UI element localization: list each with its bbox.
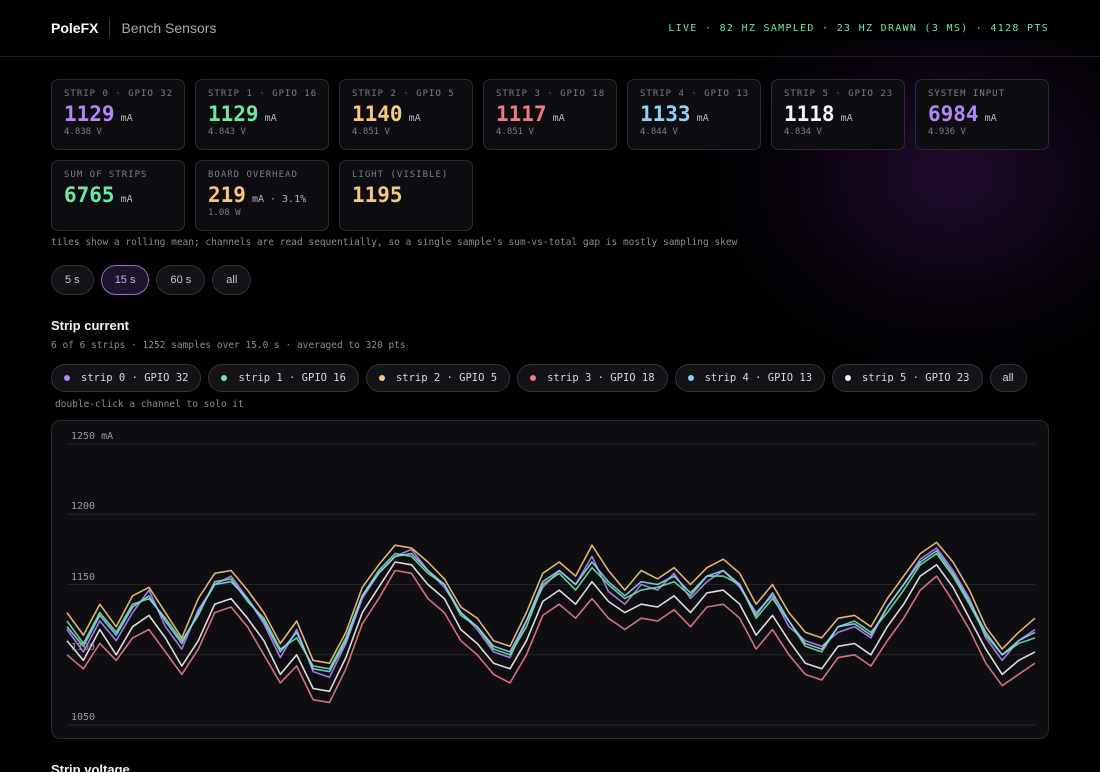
tile-label: STRIP 0 · GPIO 32 <box>64 89 174 99</box>
tile-sub: 4.851 V <box>496 127 534 137</box>
tile-label: STRIP 3 · GPIO 18 <box>496 89 606 99</box>
tile-unit: mA <box>840 113 853 124</box>
tile-value: 1118 <box>784 102 835 126</box>
tile-sub: 4.838 V <box>64 127 102 137</box>
channel-label: strip 1 · GPIO 16 <box>238 372 346 384</box>
channel-color-dot <box>845 375 852 381</box>
tile-label: STRIP 1 · GPIO 16 <box>208 89 318 99</box>
range-button[interactable]: 60 s <box>156 265 206 295</box>
range-button[interactable]: 5 s <box>51 265 94 295</box>
tile-label: STRIP 2 · GPIO 5 <box>352 89 455 99</box>
channel-toggle[interactable]: strip 1 · GPIO 16 <box>208 364 359 392</box>
tile-label: LIGHT (VISIBLE) <box>352 170 449 180</box>
chart-canvas <box>66 443 1036 726</box>
tile-sub: 4.936 V <box>928 127 966 137</box>
metric-tile: STRIP 5 · GPIO 23 1118 mA 4.834 V <box>771 79 905 150</box>
y-tick-label: 1200 <box>71 501 96 513</box>
y-tick-label: 1050 <box>71 712 96 723</box>
range-button[interactable]: 15 s <box>100 265 150 295</box>
top-bar: PoleFX Bench Sensors LIVE · 82 HZ SAMPLE… <box>0 0 1100 57</box>
tiles-note: tiles show a rolling mean; channels are … <box>51 237 738 248</box>
tile-unit: mA <box>984 113 997 124</box>
channel-color-dot <box>687 375 694 381</box>
tile-sub: 4.843 V <box>208 127 246 137</box>
channel-toggle[interactable]: strip 5 · GPIO 23 <box>832 364 983 392</box>
tile-unit: mA <box>120 194 133 205</box>
live-status: LIVE · 82 HZ SAMPLED · 23 HZ DRAWN (3 MS… <box>668 22 1049 34</box>
strip-current-title: Strip current <box>51 318 130 333</box>
tile-unit: mA · 3.1% <box>251 194 307 205</box>
channel-toggle[interactable]: strip 4 · GPIO 13 <box>674 364 826 392</box>
page-subtitle: Bench Sensors <box>121 20 217 36</box>
strip-current-meta: 6 of 6 strips · 1252 samples over 15.0 s… <box>51 340 406 351</box>
metric-tile: LIGHT (VISIBLE) 1195 <box>339 160 473 231</box>
metric-tile: BOARD OVERHEAD 219 mA · 3.1% 1.08 W <box>195 160 329 231</box>
tile-label: SUM OF STRIPS <box>64 170 148 180</box>
metric-tile: STRIP 0 · GPIO 32 1129 mA 4.838 V <box>51 79 185 150</box>
channel-color-dot <box>378 375 385 381</box>
tile-unit: mA <box>264 113 277 124</box>
channel-toggle[interactable]: strip 2 · GPIO 5 <box>365 364 511 392</box>
metric-tile: STRIP 3 · GPIO 18 1117 mA 4.851 V <box>483 79 617 150</box>
tile-unit: mA <box>552 113 565 124</box>
tile-value: 6765 <box>64 183 115 207</box>
channel-label: strip 4 · GPIO 13 <box>704 372 813 384</box>
tile-value: 1129 <box>208 102 259 126</box>
metric-tile: SYSTEM INPUT 6984 mA 4.936 V <box>915 79 1049 150</box>
range-button[interactable]: all <box>212 265 252 295</box>
y-tick-label: 1150 <box>71 571 96 583</box>
channel-label: strip 0 · GPIO 32 <box>81 372 189 384</box>
brand-name: PoleFX <box>51 20 99 36</box>
tile-unit: mA <box>120 113 133 124</box>
channel-color-dot <box>221 375 228 381</box>
metric-tile: STRIP 4 · GPIO 13 1133 mA 4.844 V <box>627 79 761 150</box>
y-tick-label: 1100 <box>71 641 96 653</box>
tile-sub: 4.834 V <box>784 127 822 137</box>
channel-hint: double-click a channel to solo it <box>55 399 244 410</box>
metric-tile: STRIP 1 · GPIO 16 1129 mA 4.843 V <box>195 79 329 150</box>
channel-filter: strip 0 · GPIO 32 strip 1 · GPIO 16 strip … <box>51 364 1027 392</box>
metric-tile: SUM OF STRIPS 6765 mA <box>51 160 185 231</box>
tile-label: STRIP 4 · GPIO 13 <box>640 89 750 99</box>
header-divider <box>109 19 111 37</box>
tile-sub: 1.08 W <box>208 208 241 218</box>
strip-voltage-title: Strip voltage <box>51 762 130 772</box>
tile-value: 1133 <box>640 102 691 126</box>
tile-value: 219 <box>208 183 246 207</box>
channel-label: strip 5 · GPIO 23 <box>862 372 970 384</box>
channel-color-dot <box>64 375 70 381</box>
strip-current-chart[interactable]: 1050 1100 1150 1200 1250 mA <box>51 420 1049 739</box>
series-line-strip-5 <box>66 561 1036 693</box>
tile-value: 1195 <box>352 183 403 207</box>
channel-toggle[interactable]: strip 3 · GPIO 18 <box>517 364 668 392</box>
channel-color-dot <box>530 375 537 381</box>
tile-value: 6984 <box>928 102 979 126</box>
tile-label: STRIP 5 · GPIO 23 <box>784 89 894 99</box>
channel-toggle[interactable]: strip 0 · GPIO 32 <box>51 364 202 392</box>
time-range-selector: 5 s 15 s 60 s all <box>51 265 252 295</box>
tile-value: 1117 <box>496 102 547 126</box>
channel-label: strip 2 · GPIO 5 <box>395 372 498 384</box>
tile-value: 1129 <box>64 102 115 126</box>
metric-tile: STRIP 2 · GPIO 5 1140 mA 4.851 V <box>339 79 473 150</box>
tile-unit: mA <box>696 113 709 124</box>
channel-all-button[interactable]: all <box>989 364 1027 392</box>
tile-sub: 4.851 V <box>352 127 390 137</box>
tile-value: 1140 <box>352 102 403 126</box>
y-tick-label: 1250 mA <box>71 431 114 443</box>
tile-sub: 4.844 V <box>640 127 678 137</box>
tile-unit: mA <box>408 113 421 124</box>
channel-label: strip 3 · GPIO 18 <box>547 372 655 384</box>
tile-label: BOARD OVERHEAD <box>208 170 298 180</box>
tile-label: SYSTEM INPUT <box>928 89 1006 99</box>
